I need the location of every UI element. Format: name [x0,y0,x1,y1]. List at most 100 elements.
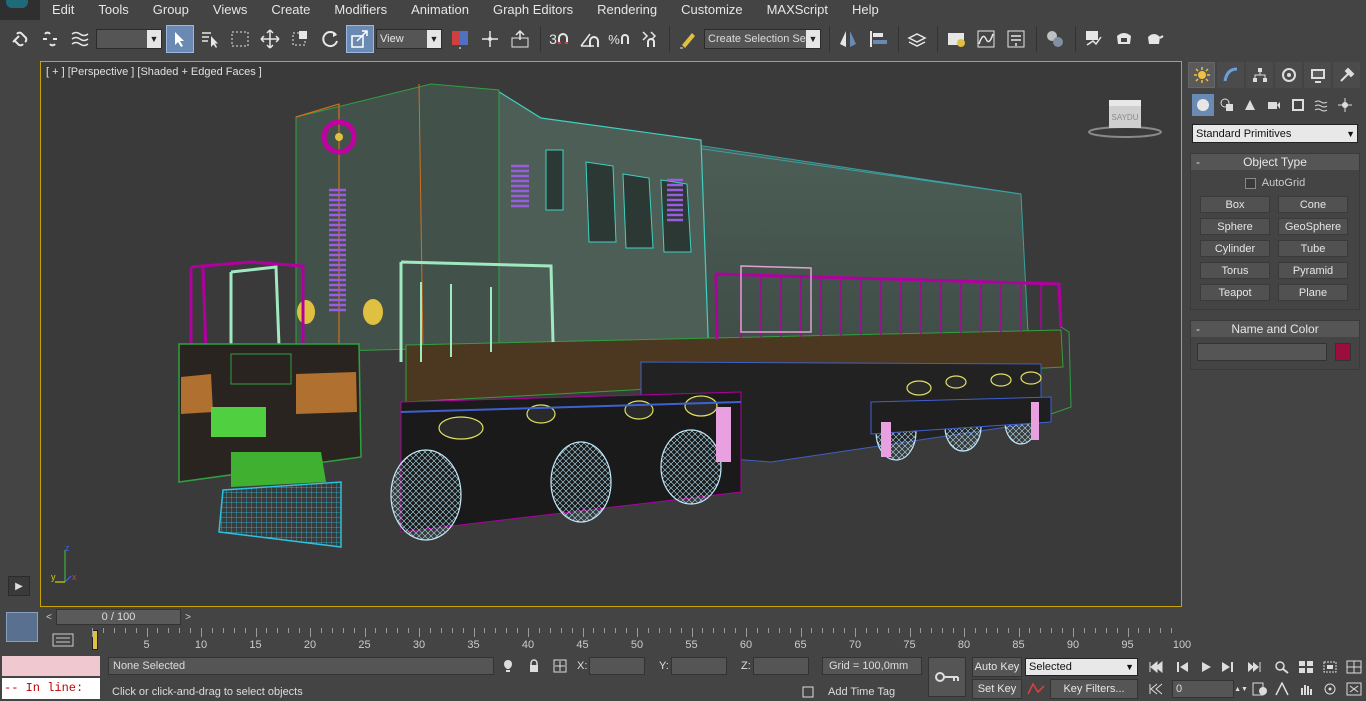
menu-customize[interactable]: Customize [669,0,754,20]
plane-button[interactable]: Plane [1278,284,1348,301]
window-crossing-icon[interactable] [286,25,314,53]
rendered-frame-window-icon[interactable] [1110,25,1138,53]
menu-group[interactable]: Group [141,0,201,20]
go-to-start-icon[interactable] [1146,658,1166,676]
zoom-all-icon[interactable] [1296,658,1316,676]
helpers-icon[interactable] [1287,94,1309,116]
locomotive-model[interactable]: z y x [41,62,1182,607]
z-coordinate-input[interactable] [753,657,809,675]
add-time-tag-button[interactable]: Add Time Tag [828,683,895,701]
x-coordinate-input[interactable] [589,657,645,675]
menu-graph-editors[interactable]: Graph Editors [481,0,585,20]
named-selection-set-dropdown[interactable]: ▼ [806,29,821,49]
field-of-view-icon[interactable] [1272,680,1292,698]
material-editor-icon[interactable] [1041,25,1069,53]
select-by-name-icon[interactable] [196,25,224,53]
render-setup-icon[interactable] [1080,25,1108,53]
key-curve-icon[interactable] [1026,680,1046,698]
manipulate-icon[interactable] [476,25,504,53]
cylinder-button[interactable]: Cylinder [1200,240,1270,257]
time-slider-prev-button[interactable]: < [42,609,56,625]
angle-snap-icon[interactable] [575,25,603,53]
torus-button[interactable]: Torus [1200,262,1270,279]
orbit-icon[interactable] [1320,680,1340,698]
time-tag-icon[interactable] [798,683,818,701]
isolate-selection-icon[interactable] [498,657,518,675]
autogrid-checkbox[interactable]: AutoGrid [1191,174,1359,192]
time-slider-thumb[interactable]: 0 / 100 [56,609,181,625]
bind-space-warp-icon[interactable] [66,25,94,53]
menu-animation[interactable]: Animation [399,0,481,20]
zoom-extents-icon[interactable] [1320,658,1340,676]
reference-coordinate-dropdown[interactable]: View ▼ [376,29,442,49]
name-and-color-rollout-header[interactable]: - Name and Color [1191,321,1359,337]
scene-explorer-icon[interactable] [942,25,970,53]
play-animation-icon[interactable] [1196,658,1216,676]
menu-tools[interactable]: Tools [86,0,140,20]
mirror-icon[interactable] [834,25,862,53]
object-color-swatch[interactable] [1335,343,1351,361]
space-warps-icon[interactable] [1311,94,1333,116]
previous-frame-icon[interactable] [1172,658,1192,676]
rectangular-selection-icon[interactable] [226,25,254,53]
object-name-input[interactable] [1197,343,1327,361]
geometry-category-select[interactable]: Standard Primitives ▼ [1192,124,1358,143]
zoom-extents-all-icon[interactable] [1344,658,1364,676]
cone-button[interactable]: Cone [1278,196,1348,213]
sphere-button[interactable]: Sphere [1200,218,1270,235]
utilities-tab-icon[interactable] [1333,62,1360,88]
selection-filter-dropdown[interactable]: ▼ [96,29,162,49]
curve-editor-icon[interactable] [972,25,1000,53]
absolute-mode-icon[interactable] [550,657,570,675]
mini-curve-editor-icon[interactable] [52,633,74,647]
key-filters-button[interactable]: Key Filters... [1050,679,1138,699]
unlink-icon[interactable] [36,25,64,53]
cameras-icon[interactable] [1263,94,1285,116]
set-key-mode-key-icon[interactable] [928,657,966,697]
percent-snap-icon[interactable]: % [605,25,633,53]
y-coordinate-input[interactable] [671,657,727,675]
set-key-button[interactable]: Set Key [972,679,1022,699]
shapes-icon[interactable] [1216,94,1238,116]
layer-manager-icon[interactable] [903,25,931,53]
box-button[interactable]: Box [1200,196,1270,213]
application-button[interactable] [0,0,40,20]
zoom-icon[interactable] [1272,658,1292,676]
select-and-move-icon[interactable] [256,25,284,53]
key-mode-select[interactable]: Selected ▼ [1025,658,1138,676]
snaps-toggle-icon[interactable]: 3 [545,25,573,53]
time-slider-next-button[interactable]: > [181,609,195,625]
named-selection-set-input[interactable]: Create Selection Se [704,29,808,49]
maxscript-listener-input[interactable] [2,656,100,676]
menu-edit[interactable]: Edit [40,0,86,20]
schematic-view-icon[interactable] [1002,25,1030,53]
current-frame-input[interactable]: 0 [1172,680,1234,698]
geometry-icon[interactable] [1192,94,1214,116]
create-tab-sun-icon[interactable] [1188,62,1215,88]
link-icon[interactable] [6,25,34,53]
play-icon[interactable]: ▶ [8,576,30,596]
time-slider[interactable]: < 0 / 100 > [40,608,1182,626]
auto-key-button[interactable]: Auto Key [972,657,1022,677]
viewport-layout-icon[interactable] [6,612,38,642]
pivot-center-icon[interactable] [446,25,474,53]
spinner-snap-icon[interactable] [635,25,663,53]
menu-create[interactable]: Create [259,0,322,20]
key-mode-toggle-icon[interactable] [1146,680,1166,698]
maxscript-inline-output[interactable]: -- In line: [2,678,100,699]
display-tab-icon[interactable] [1304,62,1331,88]
perspective-viewport[interactable]: [ + ] [Perspective ] [Shaded + Edged Fac… [40,61,1182,607]
next-frame-icon[interactable] [1218,658,1238,676]
keyboard-shortcut-override-icon[interactable] [506,25,534,53]
pan-view-icon[interactable] [1296,680,1316,698]
pyramid-button[interactable]: Pyramid [1278,262,1348,279]
tube-button[interactable]: Tube [1278,240,1348,257]
menu-help[interactable]: Help [840,0,891,20]
select-and-scale-button[interactable] [346,25,374,53]
render-production-icon[interactable] [1140,25,1168,53]
maximize-viewport-icon[interactable] [1344,680,1364,698]
lights-icon[interactable] [1239,94,1261,116]
motion-tab-icon[interactable] [1275,62,1302,88]
teapot-button[interactable]: Teapot [1200,284,1270,301]
modify-tab-icon[interactable] [1217,62,1244,88]
